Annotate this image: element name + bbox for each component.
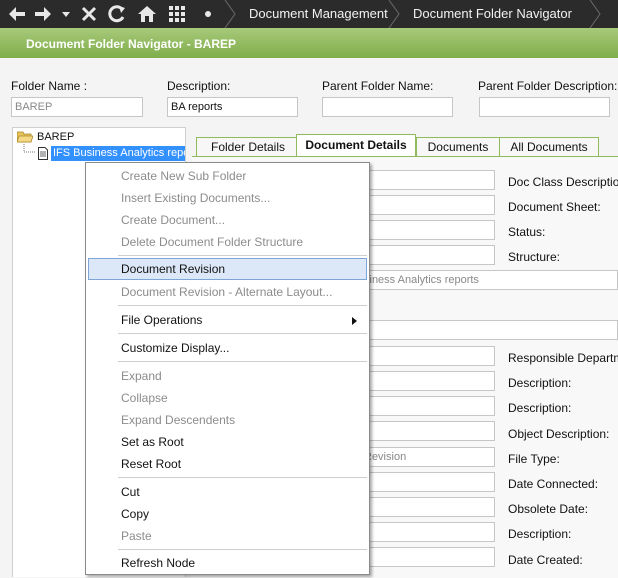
tab-strip: Folder Details Document Details Document… xyxy=(192,134,618,156)
detail-field[interactable] xyxy=(360,522,495,542)
breadcrumb-separator-icon xyxy=(224,0,236,28)
menu-item-document-revision-alternate[interactable]: Document Revision - Alternate Layout... xyxy=(88,281,367,303)
document-icon xyxy=(38,147,48,160)
menu-item-set-as-root[interactable]: Set as Root xyxy=(88,431,367,453)
menu-item-file-operations[interactable]: File Operations xyxy=(88,309,367,331)
cancel-icon[interactable] xyxy=(78,0,100,28)
date-connected-label: Date Connected: xyxy=(508,477,599,491)
parent-folder-description-label: Parent Folder Description: xyxy=(478,79,618,93)
menu-separator xyxy=(118,361,367,362)
detail-field-wide[interactable] xyxy=(360,320,618,340)
menu-item-customize-display[interactable]: Customize Display... xyxy=(88,337,367,359)
tab-documents[interactable]: Documents xyxy=(416,137,500,156)
status-label: Status: xyxy=(508,225,546,239)
tab-folder-details[interactable]: Folder Details xyxy=(196,137,300,156)
refresh-icon[interactable] xyxy=(106,0,128,28)
top-navigation-bar: Document Management Document Folder Navi… xyxy=(0,0,618,28)
object-description-label: Object Description: xyxy=(508,427,610,441)
doc-class-description-label: Doc Class Description: xyxy=(508,175,618,189)
detail-field[interactable]: Revision xyxy=(360,447,495,467)
tab-document-details[interactable]: Document Details xyxy=(296,134,416,156)
window-title-bar: Document Folder Navigator - BAREP xyxy=(0,28,618,58)
document-sheet-label: Document Sheet: xyxy=(508,200,601,214)
parent-folder-description-field[interactable] xyxy=(479,97,610,117)
context-menu: Create New Sub Folder Insert Existing Do… xyxy=(85,162,370,575)
page-title: Document Folder Navigator - BAREP xyxy=(26,37,237,51)
description-label: Description: xyxy=(167,79,231,93)
detail-field[interactable] xyxy=(360,497,495,517)
submenu-arrow-icon xyxy=(352,317,357,325)
tree-node-root[interactable]: BAREP xyxy=(17,130,74,144)
detail-field[interactable] xyxy=(360,421,495,441)
parent-folder-name-label: Parent Folder Name: xyxy=(322,79,434,93)
tree-node-selected[interactable]: IFS Business Analytics repo xyxy=(51,146,185,161)
detail-field-wide[interactable]: siness Analytics reports xyxy=(360,270,618,290)
detail-field[interactable] xyxy=(360,396,495,416)
detail-field[interactable] xyxy=(360,220,495,240)
home-icon[interactable] xyxy=(136,0,158,28)
folder-name-label: Folder Name : xyxy=(11,79,88,93)
menu-item-document-revision[interactable]: Document Revision xyxy=(88,258,367,280)
dropdown-icon[interactable] xyxy=(60,0,72,28)
tree-connector xyxy=(23,144,36,153)
folder-name-field[interactable]: BAREP xyxy=(11,97,143,117)
detail-field[interactable] xyxy=(360,547,495,567)
menu-separator xyxy=(118,477,367,478)
menu-item-cut[interactable]: Cut xyxy=(88,481,367,503)
menu-item-delete-folder-structure[interactable]: Delete Document Folder Structure xyxy=(88,231,367,253)
menu-item-paste[interactable]: Paste xyxy=(88,525,367,547)
menu-separator xyxy=(118,333,367,334)
description-label-4: Description: xyxy=(508,527,572,541)
menu-item-reset-root[interactable]: Reset Root xyxy=(88,453,367,475)
detail-field[interactable] xyxy=(360,170,495,190)
tree-node-root-label: BAREP xyxy=(37,131,75,143)
menu-item-copy[interactable]: Copy xyxy=(88,503,367,525)
grid-menu-icon[interactable] xyxy=(166,0,188,28)
back-arrow-icon[interactable] xyxy=(6,0,28,28)
menu-separator xyxy=(118,549,367,550)
description-label-2: Description: xyxy=(508,376,572,390)
menu-item-create-document[interactable]: Create Document... xyxy=(88,209,367,231)
menu-item-refresh-node[interactable]: Refresh Node xyxy=(88,552,367,574)
menu-separator xyxy=(118,255,367,256)
breadcrumb-separator-icon xyxy=(589,0,601,28)
description-label-3: Description: xyxy=(508,401,572,415)
menu-item-insert-existing-documents[interactable]: Insert Existing Documents... xyxy=(88,187,367,209)
detail-field[interactable]: 3 xyxy=(360,195,495,215)
detail-field[interactable] xyxy=(360,346,495,366)
obsolete-date-label: Obsolete Date: xyxy=(508,502,589,516)
breadcrumb-document-management[interactable]: Document Management xyxy=(249,0,388,28)
tab-all-documents[interactable]: All Documents xyxy=(499,137,599,156)
detail-field[interactable] xyxy=(360,371,495,391)
responsible-department-label: Responsible Departmen xyxy=(508,351,618,365)
date-created-label: Date Created: xyxy=(508,553,583,567)
dot-icon xyxy=(202,0,214,28)
breadcrumb-separator-icon xyxy=(388,0,400,28)
file-type-label: File Type: xyxy=(508,452,560,466)
menu-separator xyxy=(118,305,367,306)
menu-item-expand[interactable]: Expand xyxy=(88,365,367,387)
structure-label: Structure: xyxy=(508,250,561,264)
menu-item-create-new-sub-folder[interactable]: Create New Sub Folder xyxy=(88,165,367,187)
menu-item-file-operations-label: File Operations xyxy=(121,313,203,327)
menu-item-collapse[interactable]: Collapse xyxy=(88,387,367,409)
breadcrumb-document-folder-navigator[interactable]: Document Folder Navigator xyxy=(413,0,572,28)
detail-field[interactable]: d xyxy=(360,472,495,492)
description-field[interactable]: BA reports xyxy=(167,97,298,117)
forward-arrow-icon[interactable] xyxy=(32,0,54,28)
folder-open-icon xyxy=(17,131,33,143)
parent-folder-name-field[interactable] xyxy=(322,97,453,117)
menu-item-expand-descendents[interactable]: Expand Descendents xyxy=(88,409,367,431)
detail-field[interactable] xyxy=(360,245,495,265)
